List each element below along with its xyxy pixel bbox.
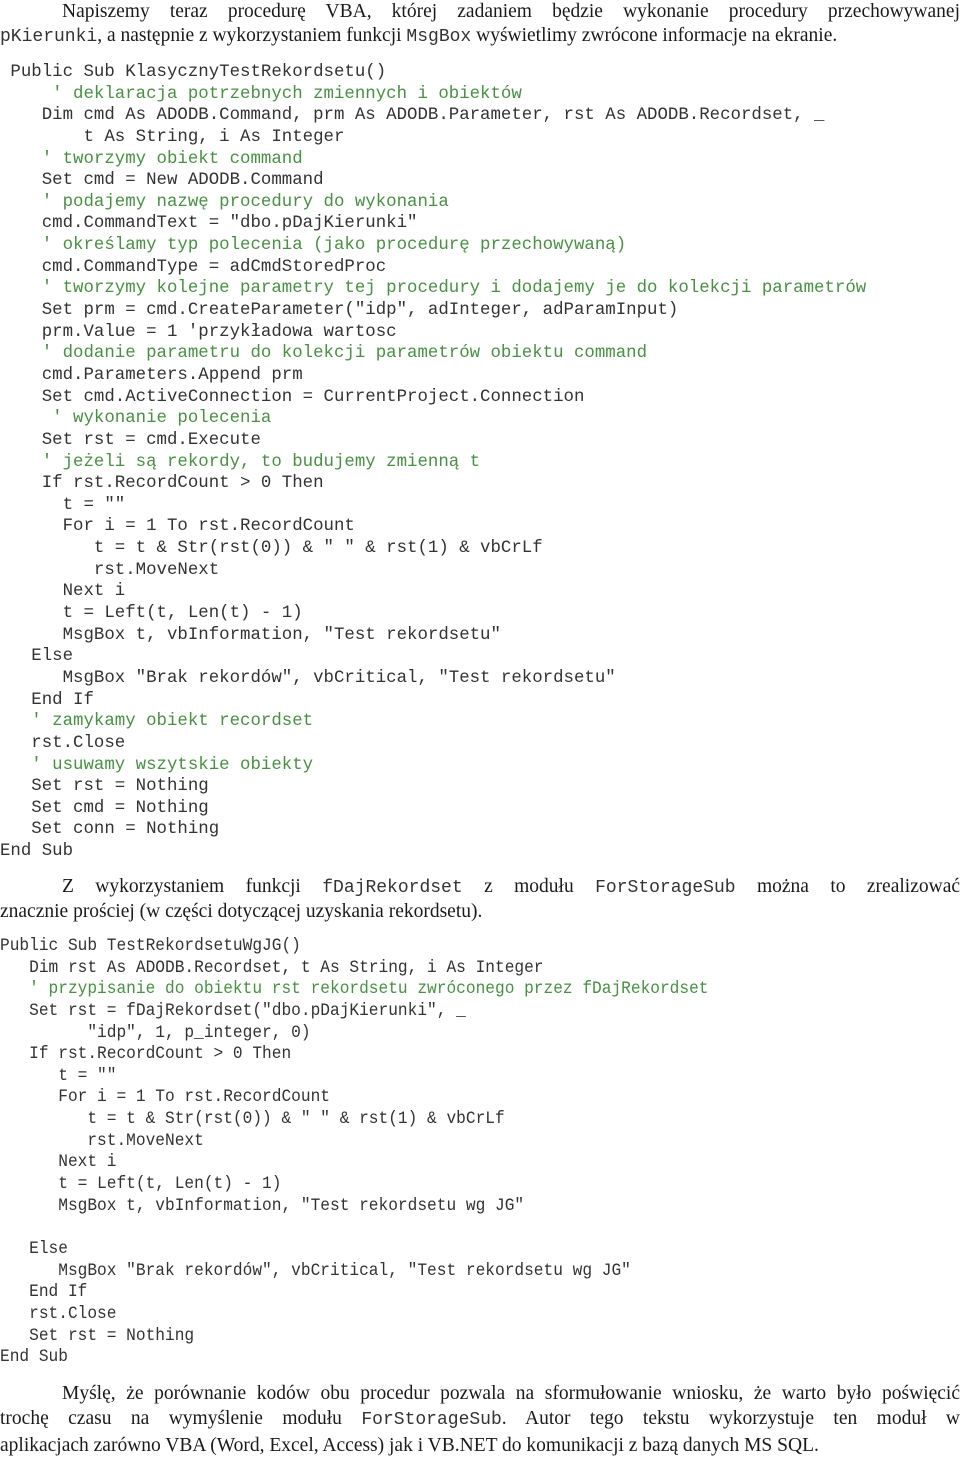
code-line: t = Left(t, Len(t) - 1) bbox=[0, 604, 303, 624]
code-line: End If bbox=[0, 1283, 88, 1303]
code-line: End If bbox=[0, 690, 94, 710]
code-line: cmd.CommandType = adCmdStoredProc bbox=[0, 257, 387, 277]
code-line: Set cmd = New ADODB.Command bbox=[0, 171, 324, 191]
code-line: t = "" bbox=[0, 495, 126, 515]
code-comment-line: ' określamy typ polecenia (jako procedur… bbox=[0, 236, 627, 256]
code-line: For i = 1 To rst.RecordCount bbox=[0, 1088, 330, 1108]
code-comment-line: ' wykonanie polecenia bbox=[0, 409, 272, 429]
conclusion-line-1-text: Myślę, że porównanie kodów obu procedur … bbox=[62, 1383, 960, 1404]
code-line: End Sub bbox=[0, 1348, 68, 1368]
code-line: If rst.RecordCount > 0 Then bbox=[0, 474, 324, 494]
code-line: "idp", 1, p_integer, 0) bbox=[0, 1023, 311, 1043]
middle-line-2: znacznie prościej (w części dotyczącej u… bbox=[0, 901, 483, 922]
intro-line-1-text: Napiszemy teraz procedurę VBA, której za… bbox=[62, 1, 960, 22]
code-line: Public Sub TestRekordsetuWgJG() bbox=[0, 937, 301, 956]
code-line: prm.Value = 1 'przykładowa wartosc bbox=[0, 322, 397, 342]
code-line: Set rst = fDajRekordset("dbo.pDajKierunk… bbox=[0, 1001, 466, 1021]
code-line: Next i bbox=[0, 582, 126, 602]
code-line: t = t & Str(rst(0)) & " " & rst(1) & vbC… bbox=[0, 539, 543, 559]
conclusion-text-b: . Autor tego tekstu wykorzystuje ten mod… bbox=[501, 1408, 960, 1429]
code-line: If rst.RecordCount > 0 Then bbox=[0, 1045, 292, 1065]
inline-code-msgbox: MsgBox bbox=[406, 27, 472, 47]
conclusion-line-1: Myślę, że porównanie kodów obu procedur … bbox=[0, 1381, 960, 1406]
middle-text-a: Z wykorzystaniem funkcji bbox=[62, 876, 323, 897]
inline-code-fdajrekordset: fDajRekordset bbox=[322, 878, 463, 898]
code-line: rst.Close bbox=[0, 733, 126, 753]
code-comment-line: ' zamykamy obiekt recordset bbox=[0, 712, 314, 732]
code-line: t As String, i As Integer bbox=[0, 127, 345, 147]
code-line: Set cmd = Nothing bbox=[0, 798, 209, 818]
code-line: cmd.CommandText = "dbo.pDajKierunki" bbox=[0, 214, 418, 234]
intro-line-2: pKierunki, a następnie z wykorzystaniem … bbox=[0, 24, 960, 49]
code-comment-line: ' dodanie parametru do kolekcji parametr… bbox=[0, 344, 648, 364]
code-block-klasyczny-test: Public Sub KlasycznyTestRekordsetu() ' d… bbox=[0, 62, 866, 863]
code-comment-line: ' tworzymy obiekt command bbox=[0, 149, 303, 169]
code-comment-line: ' usuwamy wszytskie obiekty bbox=[0, 755, 314, 775]
code-line: MsgBox "Brak rekordów", vbCritical, "Tes… bbox=[0, 668, 616, 688]
middle-text-b: z modułu bbox=[462, 876, 596, 897]
code-comment-line: ' tworzymy kolejne parametry tej procedu… bbox=[0, 279, 867, 299]
conclusion-paragraph: Myślę, że porównanie kodów obu procedur … bbox=[0, 1381, 960, 1458]
code-line: Set rst = Nothing bbox=[0, 1326, 195, 1346]
code-line: rst.MoveNext bbox=[0, 1131, 204, 1151]
intro-paragraph: Napiszemy teraz procedurę VBA, której za… bbox=[0, 0, 960, 49]
code-line: t = "" bbox=[0, 1066, 117, 1086]
middle-line-1: Z wykorzystaniem funkcji fDajRekordset z… bbox=[0, 875, 960, 900]
conclusion-line-3: aplikacjach zarówno VBA (Word, Excel, Ac… bbox=[0, 1435, 819, 1456]
code-line: Else bbox=[0, 1239, 68, 1259]
intro-text: , a następnie z wykorzystaniem funkcji bbox=[97, 25, 407, 46]
code-line: Public Sub KlasycznyTestRekordsetu() bbox=[0, 63, 387, 82]
code-line: Set rst = Nothing bbox=[0, 777, 209, 797]
intro-text-end: wyświetlimy zwrócone informacje na ekran… bbox=[471, 25, 838, 46]
code-line: Next i bbox=[0, 1153, 117, 1173]
code-line: Set rst = cmd.Execute bbox=[0, 430, 261, 450]
code-line: MsgBox t, vbInformation, "Test rekordset… bbox=[0, 625, 501, 645]
code-line: Dim cmd As ADODB.Command, prm As ADODB.P… bbox=[0, 106, 825, 126]
code-line: For i = 1 To rst.RecordCount bbox=[0, 517, 355, 537]
code-line: MsgBox "Brak rekordów", vbCritical, "Tes… bbox=[0, 1261, 631, 1281]
code-comment-line: ' podajemy nazwę procedury do wykonania bbox=[0, 192, 449, 212]
code-line: Set cmd.ActiveConnection = CurrentProjec… bbox=[0, 387, 585, 407]
code-line: Else bbox=[0, 647, 74, 667]
code-block-test-wg-jg: Public Sub TestRekordsetuWgJG() Dim rst … bbox=[0, 936, 709, 1369]
intro-line-1: Napiszemy teraz procedurę VBA, której za… bbox=[0, 0, 960, 24]
code-line: cmd.Parameters.Append prm bbox=[0, 365, 303, 385]
middle-text-c: można to zrealizować bbox=[735, 876, 960, 897]
inline-code-forstoragesub: ForStorageSub bbox=[595, 878, 736, 898]
code-line: MsgBox t, vbInformation, "Test rekordset… bbox=[0, 1196, 525, 1216]
code-line: t = t & Str(rst(0)) & " " & rst(1) & vbC… bbox=[0, 1110, 505, 1130]
code-line: Set prm = cmd.CreateParameter("idp", adI… bbox=[0, 301, 679, 321]
code-comment-line: ' przypisanie do obiektu rst rekordsetu … bbox=[0, 980, 709, 1000]
code-line: rst.Close bbox=[0, 1304, 117, 1324]
code-comment-line: ' jeżeli są rekordy, to budujemy zmienną… bbox=[0, 452, 481, 472]
code-line: Dim rst As ADODB.Recordset, t As String,… bbox=[0, 958, 544, 978]
code-comment-line: ' deklaracja potrzebnych zmiennych i obi… bbox=[0, 84, 522, 104]
code-line: End Sub bbox=[0, 842, 74, 862]
inline-code-forstoragesub-2: ForStorageSub bbox=[361, 1410, 502, 1430]
inline-code-pkierunki: pKierunki bbox=[0, 27, 98, 47]
middle-paragraph: Z wykorzystaniem funkcji fDajRekordset z… bbox=[0, 875, 960, 924]
code-line: Set conn = Nothing bbox=[0, 820, 220, 840]
code-line: rst.MoveNext bbox=[0, 560, 220, 580]
conclusion-line-2: trochę czasu na wymyślenie modułu ForSto… bbox=[0, 1406, 960, 1433]
conclusion-text-a: trochę czasu na wymyślenie modułu bbox=[0, 1408, 362, 1429]
code-line: t = Left(t, Len(t) - 1) bbox=[0, 1175, 282, 1195]
